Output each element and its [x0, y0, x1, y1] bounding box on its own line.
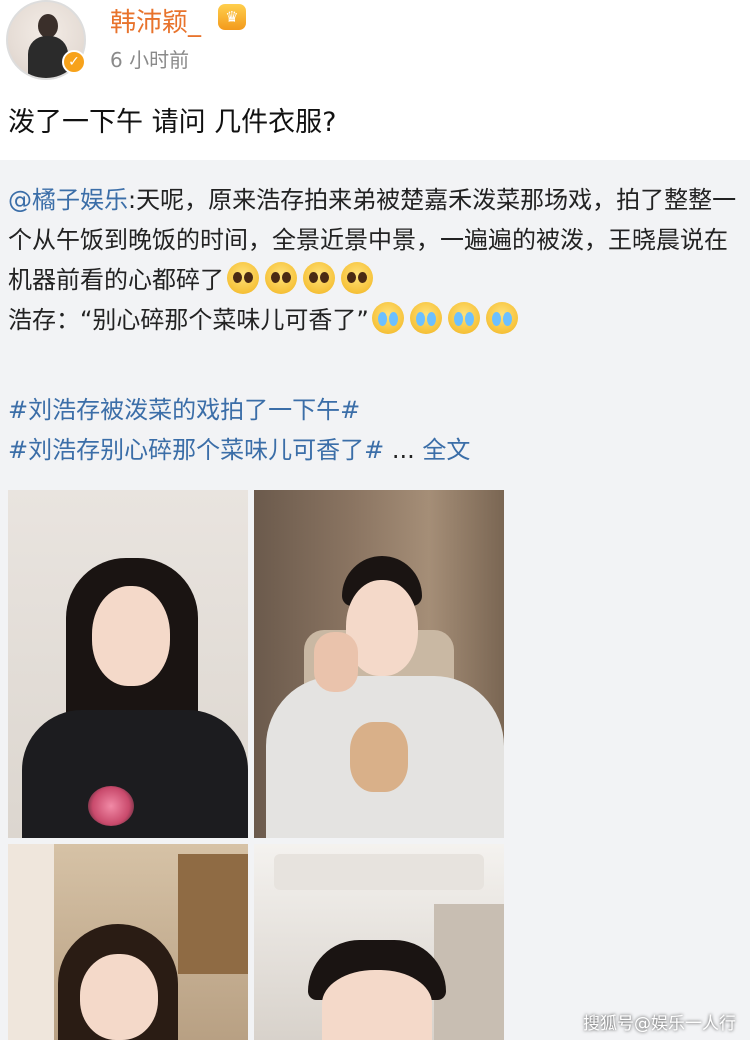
- repost-text: @橘子娱乐:天呢，原来浩存拍来弟被楚嘉禾泼菜那场戏，拍了整整一个从午饭到晚饭的时…: [8, 180, 746, 340]
- person-image: [8, 844, 248, 1040]
- person-image: [254, 844, 504, 1040]
- post-header: ✓ 韩沛颖_ ♛ 6 小时前: [0, 0, 750, 92]
- repost-line2: 浩存：“别心碎那个菜味儿可香了”: [8, 306, 369, 334]
- pleading-face-emoji-icon: [227, 262, 259, 294]
- vip-crown-icon[interactable]: ♛: [218, 4, 246, 30]
- crying-face-emoji-icon: [447, 302, 480, 334]
- hashtag-link[interactable]: #刘浩存被泼菜的戏拍了一下午#: [8, 390, 360, 425]
- hashtag-row: #刘浩存别心碎那个菜味儿可香了# ... 全文: [8, 430, 470, 465]
- crying-face-emoji-icon: [485, 302, 518, 334]
- pleading-face-emoji-icon: [303, 262, 335, 294]
- full-text-link[interactable]: 全文: [422, 436, 470, 464]
- username[interactable]: 韩沛颖_: [110, 2, 201, 39]
- video-tile-4[interactable]: [254, 844, 504, 1040]
- hashtag-link[interactable]: #刘浩存别心碎那个菜味儿可香了#: [8, 436, 384, 464]
- watermark: 搜狐号@娱乐一人行: [583, 1014, 736, 1034]
- pleading-face-emoji-icon: [265, 262, 297, 294]
- crying-face-emoji-icon: [371, 302, 404, 334]
- post-text: 泼了一下午 请问 几件衣服?: [8, 107, 337, 138]
- verified-icon: ✓: [62, 50, 86, 74]
- video-tile-1[interactable]: [8, 490, 248, 838]
- avatar-head: [38, 14, 58, 38]
- post-time: 6 小时前: [110, 48, 190, 72]
- mention-link[interactable]: @橘子娱乐: [8, 186, 128, 214]
- person-image: [8, 490, 248, 838]
- ellipsis: ...: [384, 436, 423, 464]
- pleading-face-emoji-icon: [341, 262, 373, 294]
- crying-face-emoji-icon: [409, 302, 442, 334]
- video-tile-2[interactable]: [254, 490, 504, 838]
- video-tile-3[interactable]: [8, 844, 248, 1040]
- person-image: [254, 490, 504, 838]
